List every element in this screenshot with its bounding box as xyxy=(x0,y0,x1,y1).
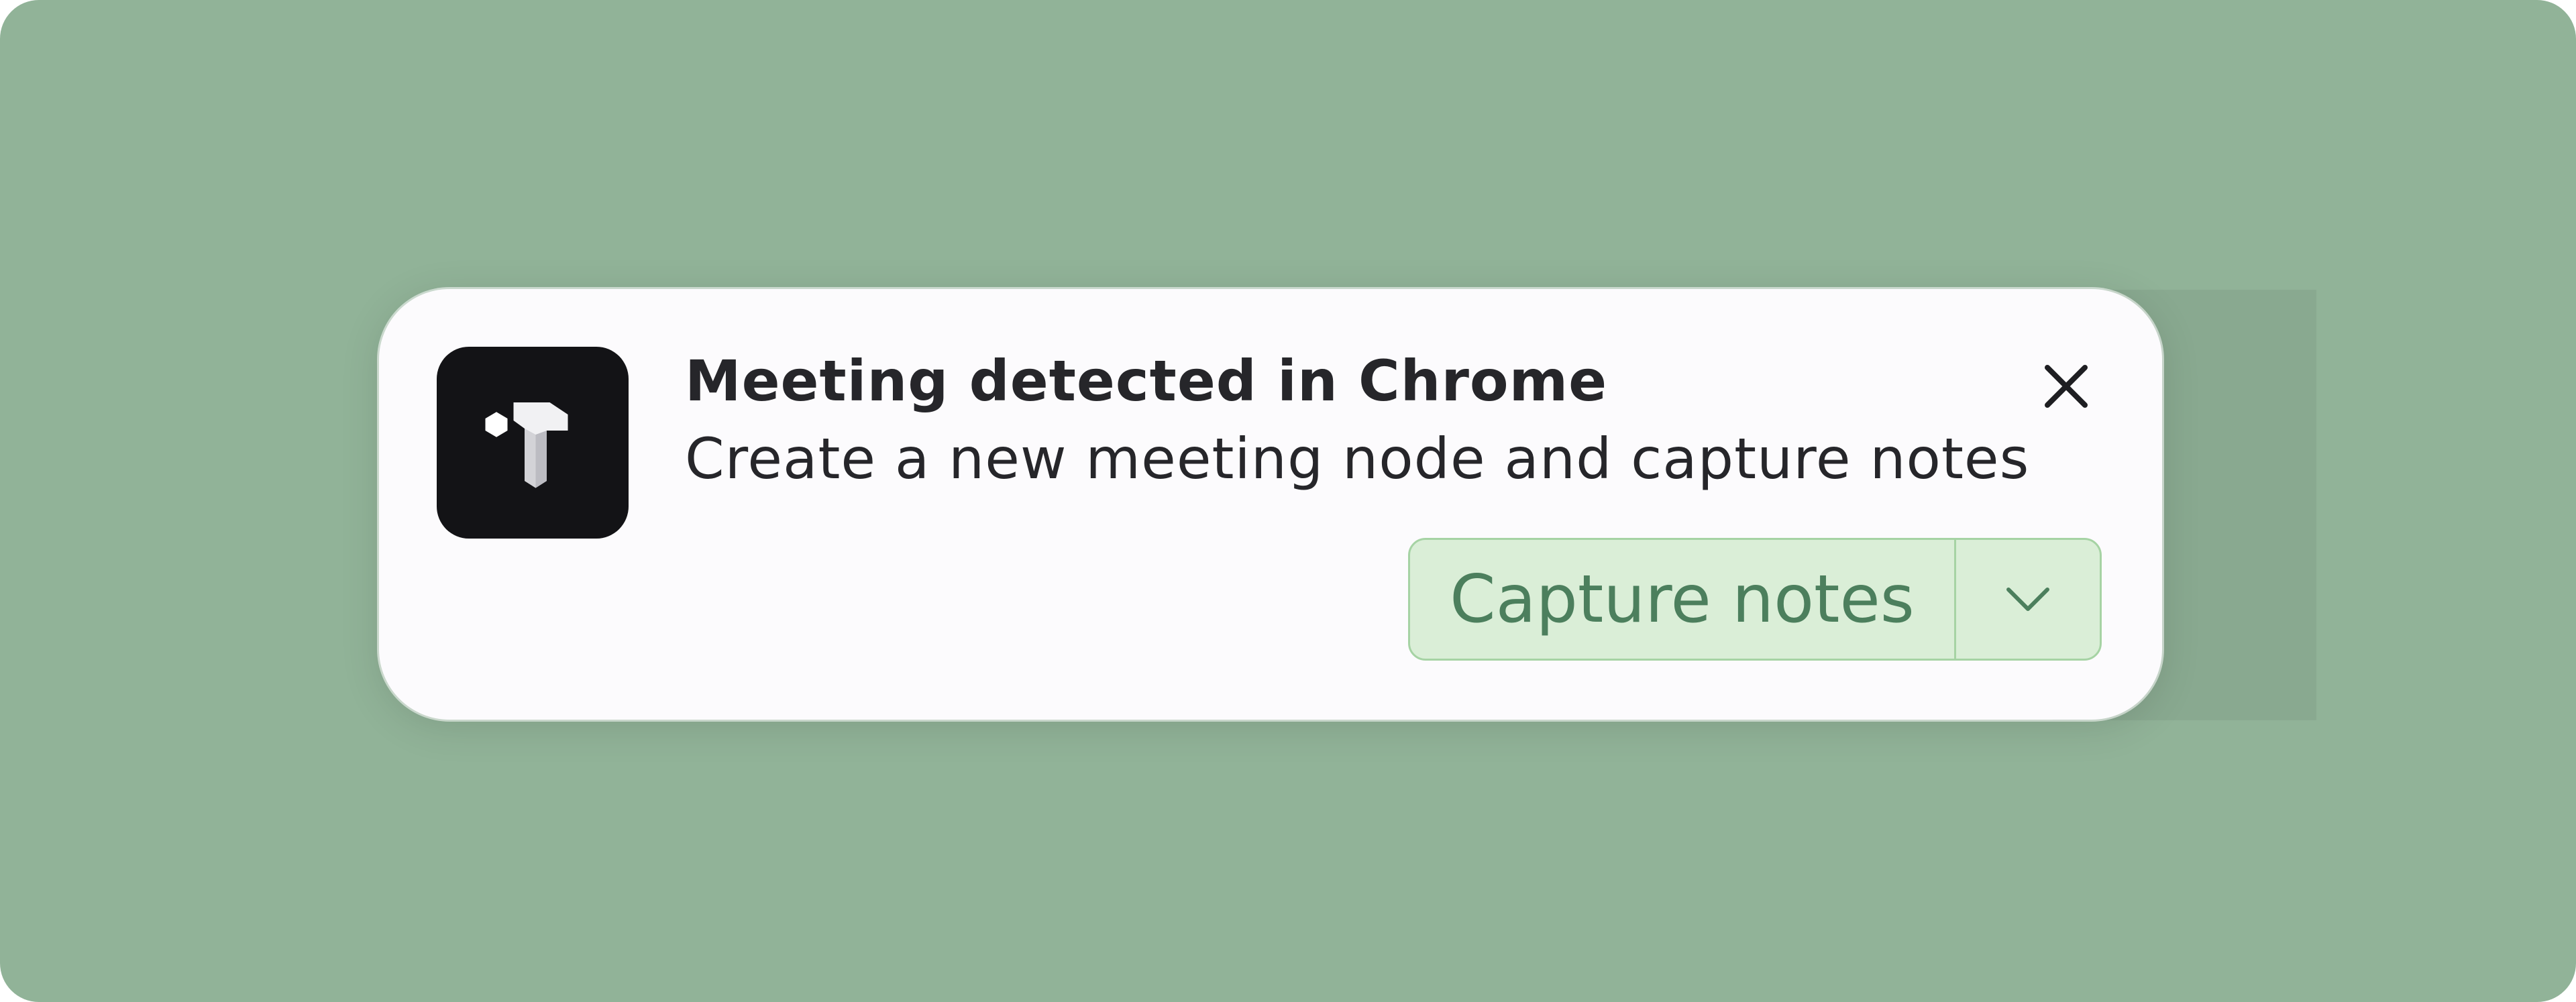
close-button[interactable] xyxy=(2031,351,2102,422)
capture-options-dropdown-button[interactable] xyxy=(1956,540,2100,659)
capture-notes-split-button: Capture notes xyxy=(1408,538,2102,661)
tana-logo-icon xyxy=(437,347,629,539)
notification-title: Meeting detected in Chrome xyxy=(685,348,1608,414)
capture-notes-button[interactable]: Capture notes xyxy=(1410,540,1954,659)
chevron-down-icon xyxy=(2006,587,2049,611)
notification-message: Create a new meeting node and capture no… xyxy=(685,426,2030,492)
meeting-notification: Meeting detected in Chrome Create a new … xyxy=(379,289,2162,720)
close-icon xyxy=(2045,365,2088,408)
